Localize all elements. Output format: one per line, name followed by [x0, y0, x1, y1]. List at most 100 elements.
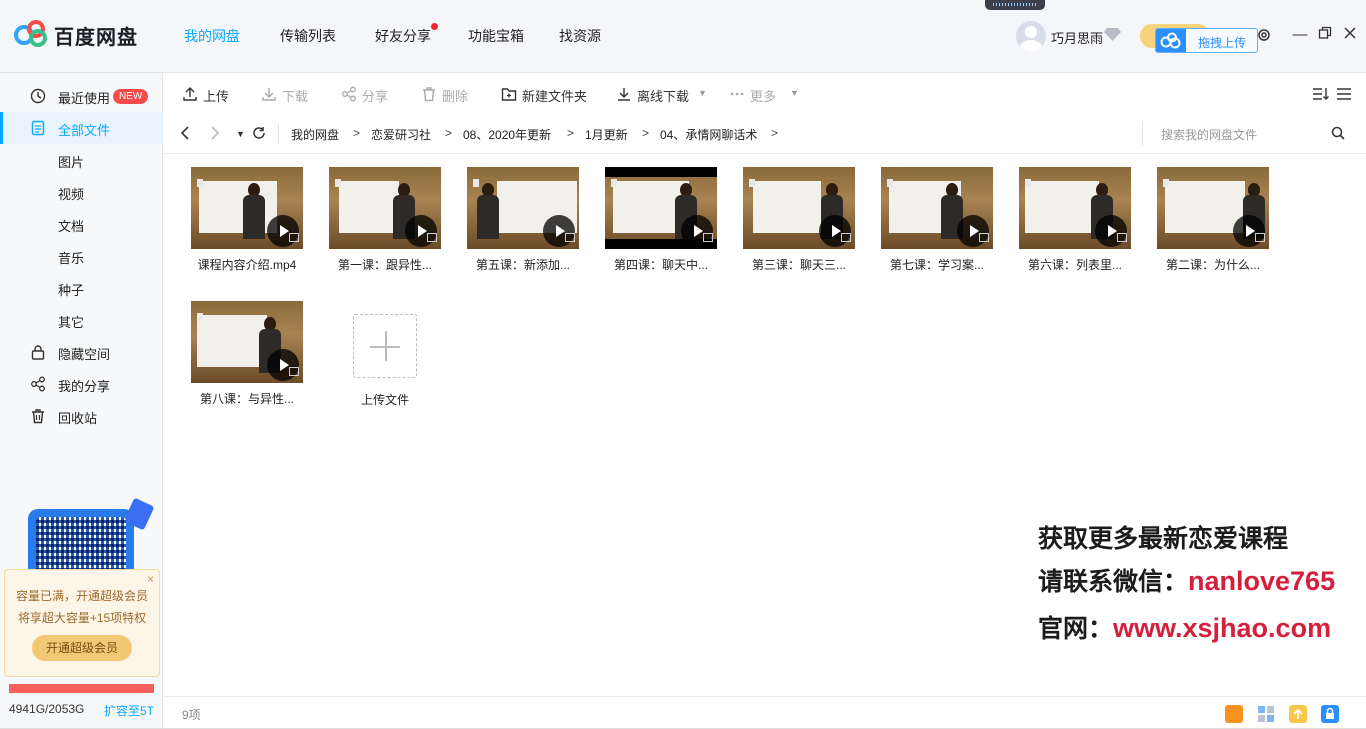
sidebar-item-hidden-space[interactable]: 隐藏空间 [0, 336, 163, 368]
apps-grid-icon[interactable] [1257, 705, 1275, 723]
watermark-logo-icon [335, 179, 341, 187]
breadcrumb-item[interactable]: 08、2020年更新 [463, 126, 551, 143]
sidebar-item-recycle-bin[interactable]: 回收站 [0, 400, 163, 432]
video-thumbnail[interactable] [329, 167, 441, 249]
video-thumbnail[interactable] [191, 167, 303, 249]
sidebar-item-videos[interactable]: 视频 [0, 176, 163, 208]
diamond-icon[interactable] [1104, 27, 1121, 42]
open-super-vip-button[interactable]: 开通超级会员 [32, 635, 132, 661]
play-icon[interactable] [267, 349, 299, 381]
breadcrumb-item-current[interactable]: 04、承情网聊话术 [660, 126, 757, 143]
file-name[interactable]: 第七课：学习案... [871, 256, 1003, 273]
file-name[interactable]: 第六课：列表里... [1009, 256, 1141, 273]
watermark-logo-icon [1163, 179, 1169, 187]
nav-find-resources[interactable]: 找资源 [559, 26, 601, 50]
search-placeholder: 搜索我的网盘文件 [1161, 128, 1258, 142]
file-name[interactable]: 第八课：与异性... [181, 390, 313, 407]
sidebar-item-label: 全部文件 [58, 123, 111, 138]
sidebar-item-recent[interactable]: 最近使用 NEW [0, 80, 163, 112]
breadcrumb-separator: > [771, 126, 779, 140]
drag-upload-button[interactable]: 拖拽上传 [1155, 28, 1258, 53]
restore-button[interactable] [1317, 26, 1333, 44]
upload-arrow-icon[interactable] [1289, 705, 1307, 723]
play-icon[interactable] [681, 215, 713, 247]
sidebar-item-label: 音乐 [58, 251, 85, 266]
sidebar-item-label: 文档 [58, 219, 85, 234]
video-thumbnail[interactable] [743, 167, 855, 249]
nav-transfer-list[interactable]: 传输列表 [280, 26, 336, 50]
promo-close-icon[interactable]: × [147, 572, 154, 586]
upload-file-label: 上传文件 [360, 393, 409, 407]
history-dropdown-icon[interactable]: ▼ [236, 129, 245, 139]
file-name[interactable]: 第二课：为什么... [1147, 256, 1279, 273]
nav-my-netdisk[interactable]: 我的网盘 [184, 26, 240, 50]
lock-icon [1326, 707, 1334, 719]
sidebar-item-all-files[interactable]: 全部文件 [0, 112, 163, 144]
file-name[interactable]: 第四课：聊天中... [595, 256, 727, 273]
fullscreen-icon [979, 233, 989, 242]
sidebar-item-label: 视频 [58, 187, 85, 202]
video-thumbnail[interactable] [1019, 167, 1131, 249]
sidebar-item-music[interactable]: 音乐 [0, 240, 163, 272]
username[interactable]: 巧月思雨 [1051, 28, 1103, 47]
file-toolbar: 上传 下载 分享 删除 新建文件夹 离线下载 ▼ 更多 ▼ [164, 74, 1366, 114]
search-field[interactable]: 搜索我的网盘文件 [1142, 122, 1362, 146]
sidebar-item-label: 图片 [58, 155, 85, 170]
back-button[interactable] [180, 126, 190, 143]
video-thumbnail[interactable] [467, 167, 579, 249]
sidebar-item-torrents[interactable]: 种子 [0, 272, 163, 304]
play-icon[interactable] [267, 215, 299, 247]
expand-storage-link[interactable]: 扩容至5T [104, 702, 154, 719]
close-button[interactable] [1342, 26, 1358, 44]
video-thumbnail[interactable] [191, 301, 303, 383]
file-name[interactable]: 第五课：新添加... [457, 256, 589, 273]
sidebar-item-documents[interactable]: 文档 [0, 208, 163, 240]
video-thumbnail[interactable] [1157, 167, 1269, 249]
floating-window-grip[interactable] [985, 0, 1045, 10]
play-icon[interactable] [1095, 215, 1127, 247]
watermark-logo-icon [1025, 179, 1031, 187]
arrow-up-icon [1293, 708, 1303, 719]
play-icon[interactable] [819, 215, 851, 247]
file-name[interactable]: 第三课：聊天三... [733, 256, 865, 273]
sidebar-item-my-shares[interactable]: 我的分享 [0, 368, 163, 400]
clock-icon [30, 88, 46, 104]
new-folder-icon [501, 88, 517, 101]
file-name[interactable]: 课程内容介绍.mp4 [181, 256, 313, 273]
reward-medal-icon[interactable] [1225, 705, 1243, 723]
sidebar-item-images[interactable]: 图片 [0, 144, 163, 176]
trash-icon [423, 87, 435, 102]
cube-decoration [123, 497, 155, 531]
file-name[interactable]: 第一课：跟异性... [319, 256, 451, 273]
play-icon[interactable] [1233, 215, 1265, 247]
settings-gear-icon[interactable] [1257, 28, 1271, 42]
breadcrumb-item[interactable]: 恋爱研习社 [371, 126, 431, 143]
upload-icon [183, 87, 197, 101]
minimize-button[interactable]: — [1292, 26, 1308, 44]
nav-toolbox[interactable]: 功能宝箱 [468, 26, 524, 50]
sidebar-item-other[interactable]: 其它 [0, 304, 163, 336]
lock-shield-icon[interactable] [1321, 705, 1339, 723]
list-view-icon[interactable] [1336, 86, 1352, 102]
breadcrumb-item[interactable]: 1月更新 [585, 126, 628, 143]
share-icon [342, 86, 356, 102]
video-thumbnail[interactable] [881, 167, 993, 249]
sort-icon[interactable] [1312, 86, 1330, 102]
trash-icon [32, 409, 44, 424]
nav-friend-share[interactable]: 好友分享 [375, 23, 438, 50]
video-thumbnail[interactable] [605, 167, 717, 249]
breadcrumb-item[interactable]: 我的网盘 [291, 126, 339, 143]
whiteboard [199, 181, 277, 233]
upload-file-tile[interactable] [353, 314, 417, 378]
refresh-button[interactable] [252, 126, 266, 143]
forward-button[interactable] [210, 126, 220, 143]
play-icon[interactable] [405, 215, 437, 247]
app-logo[interactable]: 百度网盘 [14, 19, 144, 49]
sidebar-item-label: 种子 [58, 283, 85, 298]
fullscreen-icon [565, 233, 575, 242]
play-icon[interactable] [957, 215, 989, 247]
avatar[interactable] [1016, 21, 1046, 51]
play-icon[interactable] [543, 215, 575, 247]
search-icon[interactable] [1331, 126, 1345, 140]
close-icon [1344, 27, 1356, 39]
